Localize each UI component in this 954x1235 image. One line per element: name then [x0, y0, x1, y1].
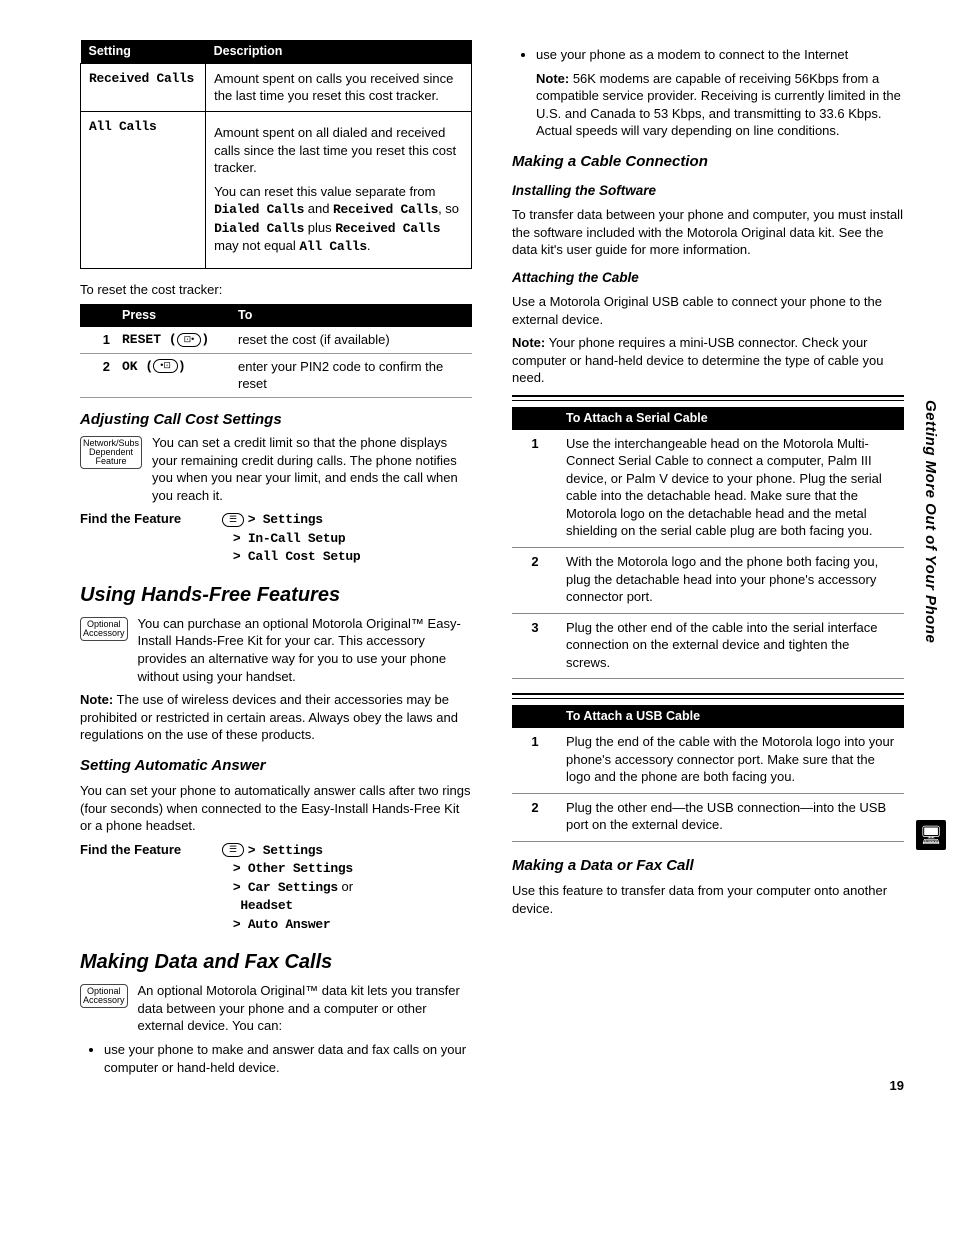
step-1-num: 1: [80, 327, 114, 353]
data-fax-body: An optional Motorola Original™ data kit …: [138, 982, 472, 1035]
step-1-press: RESET (⊡•): [114, 327, 230, 353]
side-section-title: Getting More Out of Your Phone: [920, 400, 940, 643]
serial-3-text: Plug the other end of the cable into the…: [558, 613, 904, 679]
right-column: use your phone as a modem to connect to …: [512, 40, 904, 1082]
serial-3-num: 3: [512, 613, 558, 679]
desc-received-calls: Amount spent on calls you received since…: [206, 63, 472, 111]
left-column: Setting Description Received Calls Amoun…: [80, 40, 472, 1082]
modem-note: Note: 56K modems are capable of receivin…: [536, 70, 904, 140]
data-fax-bullets-left: use your phone to make and answer data a…: [80, 1041, 472, 1076]
attaching-cable-note: Note: Your phone requires a mini-USB con…: [512, 334, 904, 387]
hands-free-title: Using Hands-Free Features: [80, 582, 472, 609]
usb-cable-table: To Attach a USB Cable 1Plug the end of t…: [512, 705, 904, 842]
auto-answer-body: You can set your phone to automatically …: [80, 782, 472, 835]
step-2-press: OK (•⊡): [114, 353, 230, 397]
reset-steps-table: Press To 1 RESET (⊡•) reset the cost (if…: [80, 304, 472, 398]
step-2-to: enter your PIN2 code to confirm the rese…: [230, 353, 472, 397]
th-setting: Setting: [81, 40, 206, 63]
softkey-icon: •⊡: [153, 359, 178, 373]
data-fax-bullets-right: use your phone as a modem to connect to …: [512, 46, 904, 140]
usb-2-text: Plug the other end—the USB connection—in…: [558, 793, 904, 841]
divider: [512, 395, 904, 401]
find-feature-autoanswer: Find the Feature ☰ > Settings > Other Se…: [80, 841, 472, 934]
hands-free-body: You can purchase an optional Motorola Or…: [138, 615, 472, 685]
setting-received-calls: Received Calls: [81, 63, 206, 111]
th-to: To: [230, 304, 472, 327]
usb-1-num: 1: [512, 728, 558, 793]
serial-1-num: 1: [512, 430, 558, 548]
optional-accessory-icon: Optional Accessory: [80, 615, 128, 685]
usb-1-text: Plug the end of the cable with the Motor…: [558, 728, 904, 793]
all-calls-p2: You can reset this value separate from D…: [214, 183, 463, 256]
cost-tracker-table: Setting Description Received Calls Amoun…: [80, 40, 472, 269]
adjusting-block: Network/Subs Dependent Feature You can s…: [80, 434, 472, 504]
side-tab-icon: 🖥: [916, 820, 946, 850]
serial-2-text: With the Motorola logo and the phone bot…: [558, 547, 904, 613]
adjusting-title: Adjusting Call Cost Settings: [80, 410, 472, 430]
hands-free-note: Note: The use of wireless devices and th…: [80, 691, 472, 744]
usb-2-num: 2: [512, 793, 558, 841]
all-calls-p1: Amount spent on all dialed and received …: [214, 124, 463, 177]
step-1-to: reset the cost (if available): [230, 327, 472, 353]
find-feature-label-2: Find the Feature: [80, 841, 210, 934]
serial-2-num: 2: [512, 547, 558, 613]
step-2-num: 2: [80, 353, 114, 397]
desc-all-calls: Amount spent on all dialed and received …: [206, 111, 472, 268]
th-press: Press: [114, 304, 230, 327]
th-description: Description: [206, 40, 472, 63]
hands-free-block: Optional Accessory You can purchase an o…: [80, 615, 472, 685]
cable-connection-title: Making a Cable Connection: [512, 152, 904, 172]
menu-key-icon: ☰: [222, 513, 244, 527]
setting-all-calls: All Calls: [81, 111, 206, 268]
optional-accessory-icon: Optional Accessory: [80, 982, 128, 1035]
softkey-icon: ⊡•: [177, 333, 202, 347]
auto-answer-title: Setting Automatic Answer: [80, 756, 472, 776]
network-dependent-icon: Network/Subs Dependent Feature: [80, 434, 142, 504]
adjusting-body: You can set a credit limit so that the p…: [152, 434, 472, 504]
bullet-modem: use your phone as a modem to connect to …: [536, 46, 904, 140]
menu-key-icon: ☰: [222, 843, 244, 857]
bullet-data-fax-calls: use your phone to make and answer data a…: [104, 1041, 472, 1076]
data-or-fax-body: Use this feature to transfer data from y…: [512, 882, 904, 917]
page-number: 19: [890, 1077, 904, 1095]
data-fax-title: Making Data and Fax Calls: [80, 949, 472, 976]
find-feature-label: Find the Feature: [80, 510, 210, 566]
find-feature-callcost: Find the Feature ☰ > Settings > In-Call …: [80, 510, 472, 566]
attaching-cable-title: Attaching the Cable: [512, 269, 904, 287]
serial-cable-table: To Attach a Serial Cable 1Use the interc…: [512, 407, 904, 679]
installing-software-title: Installing the Software: [512, 182, 904, 200]
data-fax-block: Optional Accessory An optional Motorola …: [80, 982, 472, 1035]
divider: [512, 693, 904, 699]
reset-intro: To reset the cost tracker:: [80, 281, 472, 299]
attaching-cable-body: Use a Motorola Original USB cable to con…: [512, 293, 904, 328]
serial-header: To Attach a Serial Cable: [558, 407, 904, 430]
installing-software-body: To transfer data between your phone and …: [512, 206, 904, 259]
serial-1-text: Use the interchangeable head on the Moto…: [558, 430, 904, 548]
usb-header: To Attach a USB Cable: [558, 705, 904, 728]
data-or-fax-title: Making a Data or Fax Call: [512, 856, 904, 876]
